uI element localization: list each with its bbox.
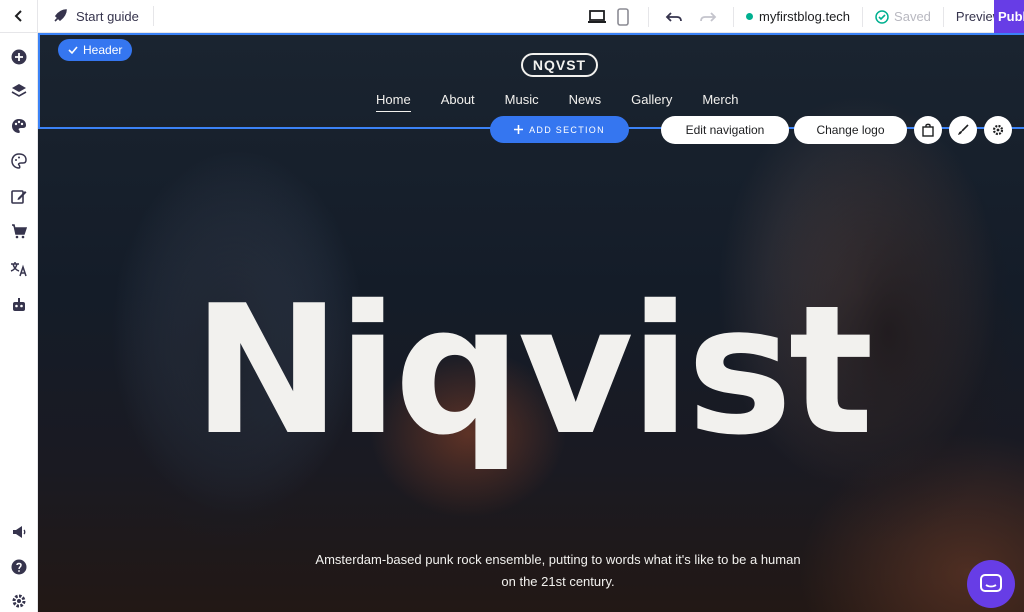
saved-status: Saved — [875, 9, 931, 24]
domain-link[interactable]: myfirstblog.tech — [746, 9, 850, 24]
chat-icon — [980, 574, 1002, 592]
start-guide-button[interactable]: Start guide — [38, 6, 154, 26]
status-dot — [746, 13, 753, 20]
nav-item-gallery[interactable]: Gallery — [631, 92, 672, 112]
style-brush-button[interactable] — [949, 116, 977, 144]
translate-icon — [10, 262, 27, 277]
mobile-icon — [617, 7, 629, 26]
sidebar-item-styles[interactable] — [7, 114, 31, 138]
sidebar-item-add-element[interactable] — [7, 45, 31, 69]
chevron-left-icon — [14, 10, 22, 22]
sidebar-item-translate[interactable] — [7, 257, 31, 281]
nav-item-merch[interactable]: Merch — [702, 92, 738, 112]
publish-button[interactable]: Publish — [994, 0, 1024, 33]
check-icon — [68, 46, 78, 55]
shopping-bag-icon — [922, 123, 934, 137]
gear-icon — [992, 124, 1004, 136]
divider — [942, 6, 944, 27]
site-navigation: Home About Music News Gallery Merch — [376, 92, 768, 112]
header-section-outline[interactable] — [38, 33, 1024, 129]
site-logo[interactable]: NQVST — [521, 53, 598, 77]
divider — [733, 6, 734, 27]
nav-item-home[interactable]: Home — [376, 92, 411, 112]
start-guide-label: Start guide — [76, 8, 139, 24]
sidebar-item-marketing[interactable] — [7, 520, 31, 544]
saved-label: Saved — [894, 9, 931, 24]
publish-label: Publish — [998, 9, 1024, 24]
chat-support-button[interactable] — [967, 560, 1015, 608]
sidebar-item-ai-tools[interactable] — [7, 293, 31, 317]
plus-icon — [514, 125, 524, 134]
site-canvas: Header NQVST Home About Music News Galle… — [38, 33, 1024, 612]
cart-icon — [12, 224, 27, 239]
divider — [862, 6, 864, 27]
change-logo-button[interactable]: Change logo — [794, 116, 907, 144]
nav-item-about[interactable]: About — [441, 92, 475, 112]
header-section-label[interactable]: Header — [58, 39, 133, 61]
help-icon — [11, 559, 27, 575]
nav-item-music[interactable]: Music — [505, 92, 539, 112]
sidebar-item-blog[interactable] — [7, 184, 31, 208]
header-chip-label: Header — [83, 43, 123, 57]
left-sidebar — [0, 33, 38, 612]
brush-icon — [958, 124, 969, 135]
hero-description[interactable]: Amsterdam-based punk rock ensemble, putt… — [308, 549, 808, 593]
sidebar-item-settings[interactable] — [7, 589, 31, 612]
redo-button[interactable] — [695, 0, 721, 33]
rocket-icon — [54, 9, 67, 22]
sidebar-item-layers[interactable] — [7, 79, 31, 103]
gear-icon — [12, 594, 26, 608]
toolbar-center: myfirstblog.tech Saved Preview — [584, 0, 1002, 33]
edit-navigation-label: Edit navigation — [685, 123, 765, 137]
palette-outline-icon — [11, 153, 27, 169]
top-toolbar: Start guide myfirstblog.tech Saved Previ… — [0, 0, 1024, 33]
palette-icon — [12, 119, 26, 133]
sidebar-item-colors[interactable] — [7, 149, 31, 173]
add-section-button[interactable]: ADD SECTION — [490, 116, 629, 143]
check-circle-icon — [875, 9, 889, 24]
change-logo-label: Change logo — [816, 123, 885, 137]
sidebar-item-help[interactable] — [7, 555, 31, 579]
back-button[interactable] — [0, 0, 38, 33]
add-section-label: ADD SECTION — [529, 124, 605, 135]
redo-icon — [700, 11, 717, 22]
robot-icon — [13, 298, 25, 311]
edit-icon — [11, 190, 27, 204]
section-settings-button[interactable] — [984, 116, 1012, 144]
layers-icon — [11, 84, 27, 97]
edit-navigation-button[interactable]: Edit navigation — [661, 116, 789, 144]
undo-button[interactable] — [661, 0, 687, 33]
plus-circle-icon — [11, 49, 27, 65]
megaphone-icon — [13, 526, 26, 538]
domain-label: myfirstblog.tech — [759, 9, 851, 24]
laptop-icon — [588, 9, 606, 23]
undo-icon — [665, 11, 682, 22]
shopping-bag-button[interactable] — [914, 116, 942, 144]
divider — [648, 6, 649, 27]
mobile-view-button[interactable] — [610, 0, 636, 33]
desktop-view-button[interactable] — [584, 0, 610, 33]
logo-text: NQVST — [532, 57, 587, 73]
sidebar-item-store[interactable] — [7, 219, 31, 243]
hero-title[interactable]: Niqvist — [38, 271, 1024, 471]
nav-item-news[interactable]: News — [569, 92, 602, 112]
